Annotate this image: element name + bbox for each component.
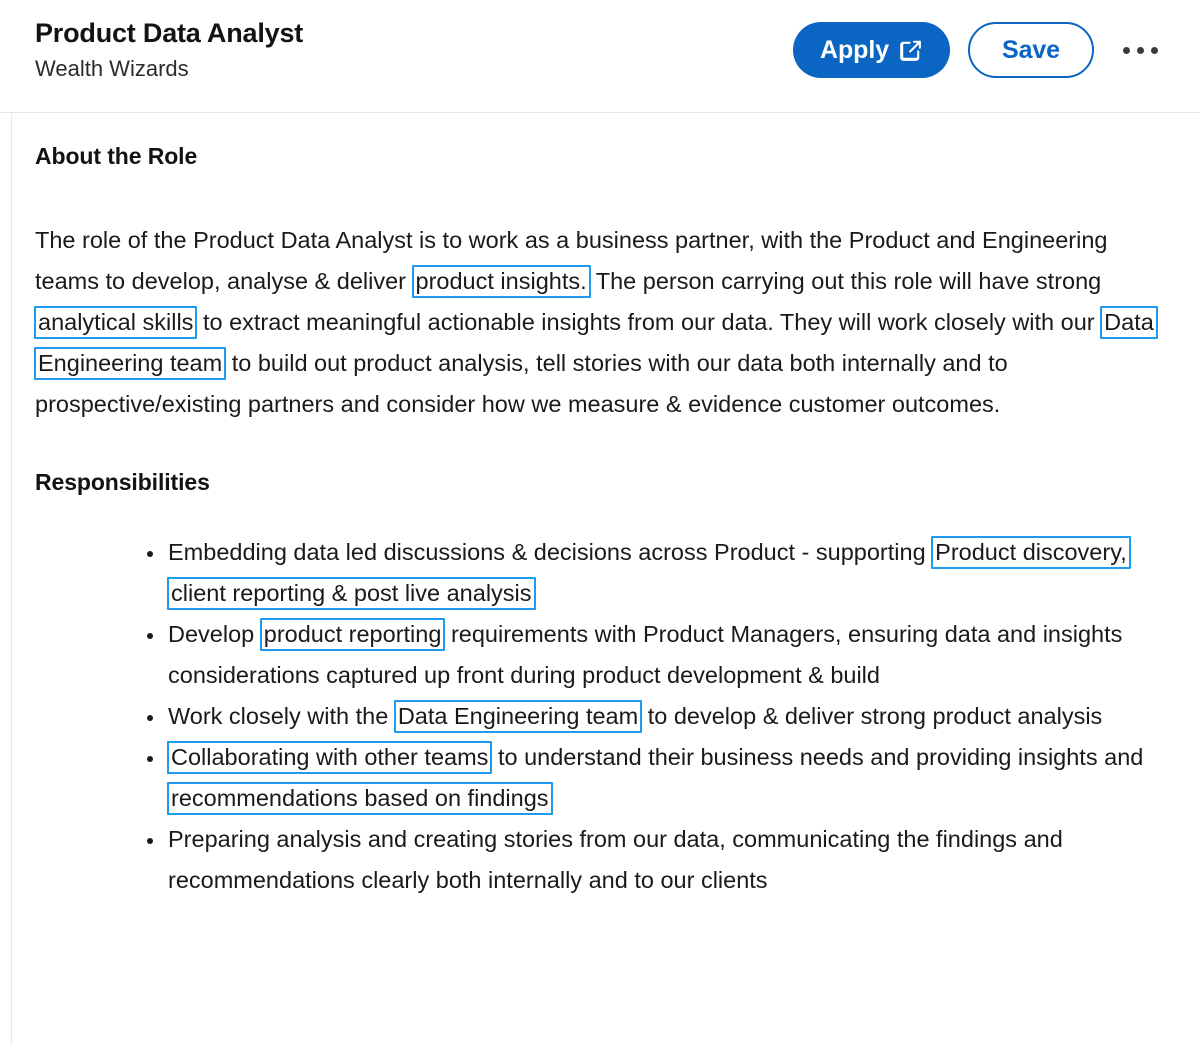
page-title: Product Data Analyst bbox=[35, 18, 304, 48]
bullet-text-2: to develop & deliver strong product anal… bbox=[641, 703, 1103, 729]
bullet-text-1: Develop bbox=[168, 621, 261, 647]
job-header-actions: Apply Save bbox=[793, 0, 1168, 78]
job-description-body: About the Role The role of the Product D… bbox=[0, 113, 1200, 901]
highlight-collaborating-with-other-teams: Collaborating with other teams bbox=[167, 741, 493, 774]
section-heading-responsibilities: Responsibilities bbox=[35, 469, 210, 495]
highlight-product-insights: product insights. bbox=[411, 265, 591, 298]
list-item: Develop product reporting requirements w… bbox=[35, 614, 1160, 696]
company-name: Wealth Wizards bbox=[35, 56, 189, 82]
para-text-2: The person carrying out this role will h… bbox=[589, 268, 1102, 294]
bullet-text-1: Work closely with the bbox=[168, 703, 395, 729]
left-edge-rule bbox=[11, 113, 12, 1045]
highlight-product-reporting: product reporting bbox=[259, 618, 446, 651]
list-item: Collaborating with other teams to unders… bbox=[35, 737, 1160, 819]
list-item: Work closely with the Data Engineering t… bbox=[35, 696, 1160, 737]
section-heading-about-the-role: About the Role bbox=[35, 143, 198, 169]
save-button[interactable]: Save bbox=[968, 22, 1094, 78]
more-options-button[interactable] bbox=[1112, 22, 1168, 78]
bullet-text-1: Preparing analysis and creating stories … bbox=[168, 826, 1063, 893]
highlight-recommendations-based-on-findings: recommendations based on findings bbox=[167, 782, 553, 815]
responsibilities-list: Embedding data led discussions & decisio… bbox=[35, 532, 1160, 901]
ellipsis-icon-dot-2 bbox=[1136, 46, 1144, 54]
list-item: Preparing analysis and creating stories … bbox=[35, 819, 1160, 901]
list-item: Embedding data led discussions & decisio… bbox=[35, 532, 1160, 614]
apply-button[interactable]: Apply bbox=[793, 22, 950, 78]
job-header: Product Data Analyst Wealth Wizards Appl… bbox=[0, 0, 1200, 113]
job-header-titles: Product Data Analyst Wealth Wizards bbox=[35, 0, 303, 83]
about-the-role-paragraph: The role of the Product Data Analyst is … bbox=[34, 220, 1160, 425]
para-text-3: to extract meaningful actionable insight… bbox=[196, 309, 1102, 335]
external-link-icon bbox=[898, 38, 923, 63]
apply-button-label: Apply bbox=[820, 35, 889, 64]
ellipsis-icon-dot-3 bbox=[1150, 46, 1158, 54]
bullet-text-1: Embedding data led discussions & decisio… bbox=[168, 539, 933, 565]
highlight-analytical-skills: analytical skills bbox=[34, 306, 198, 339]
ellipsis-icon-dot-1 bbox=[1122, 46, 1130, 54]
bullet-text-2: to understand their business needs and p… bbox=[491, 744, 1144, 770]
highlight-data-engineering-team-2: Data Engineering team bbox=[393, 700, 643, 733]
save-button-label: Save bbox=[1002, 35, 1060, 64]
